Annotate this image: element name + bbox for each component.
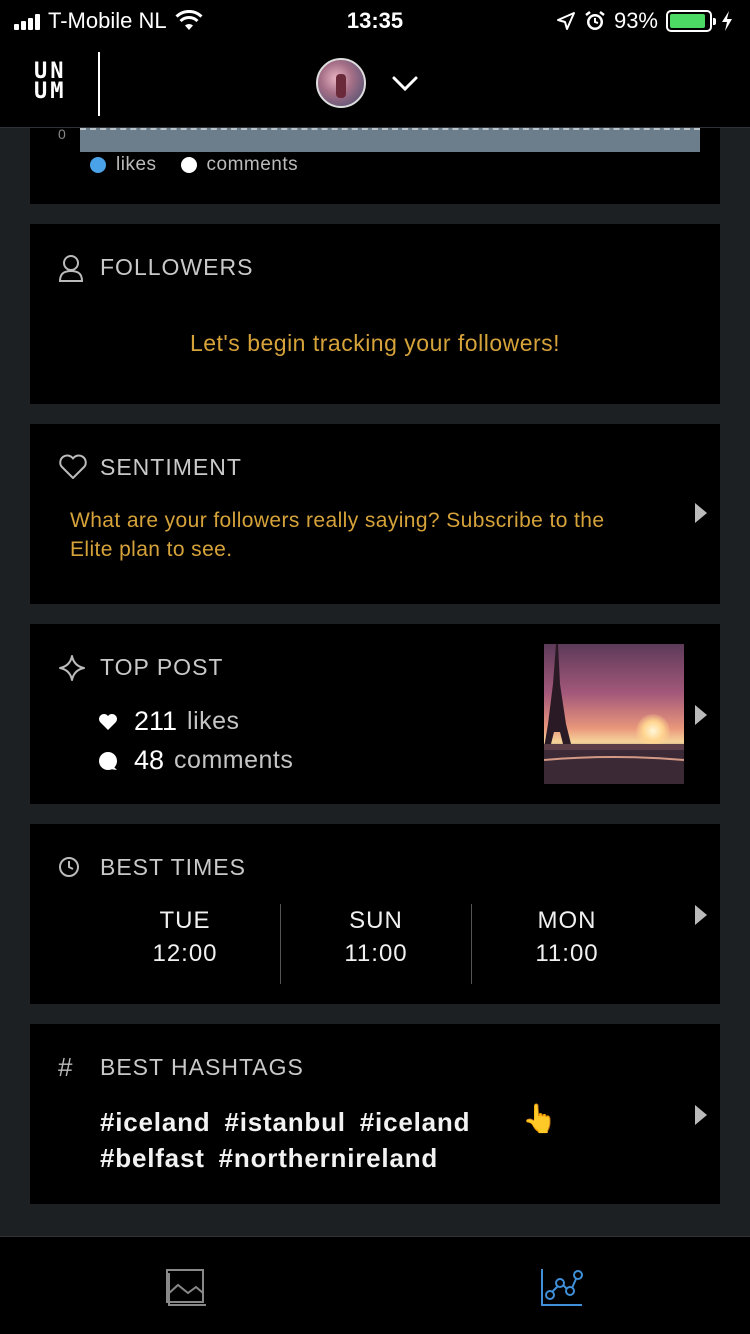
- followers-card[interactable]: FOLLOWERS Let's begin tracking your foll…: [30, 224, 720, 404]
- best-time-hour: 12:00: [152, 940, 218, 967]
- chevron-right-icon[interactable]: [694, 502, 708, 524]
- charging-bolt-icon: [722, 11, 732, 31]
- comments-count: 48: [134, 745, 165, 775]
- logo-divider: [98, 52, 100, 116]
- best-time-hour: 11:00: [344, 940, 408, 967]
- best-time-slot: TUE 12:00: [90, 904, 280, 984]
- profile-avatar[interactable]: [316, 58, 366, 108]
- best-time-day: SUN: [349, 907, 403, 934]
- best-time-day: MON: [537, 907, 597, 934]
- top-post-thumbnail[interactable]: [544, 644, 684, 784]
- followers-message: Let's begin tracking your followers!: [189, 330, 561, 356]
- best-times-row: TUE 12:00 SUN 11:00 MON 11:00: [90, 904, 662, 984]
- heart-outline-icon: [59, 454, 87, 479]
- logo-bottom: UM: [34, 79, 67, 104]
- sparkle-icon: [59, 655, 85, 681]
- hashtag-item[interactable]: #istanbul: [224, 1107, 345, 1137]
- chevron-right-icon[interactable]: [694, 1104, 708, 1126]
- hashtag-item[interactable]: #iceland: [360, 1107, 470, 1137]
- best-hashtags-title: BEST HASHTAGS: [100, 1054, 304, 1080]
- comment-bubble-icon: [99, 751, 117, 770]
- best-time-hour: 11:00: [535, 940, 599, 967]
- chart-baseline: [80, 128, 700, 130]
- chevron-down-icon[interactable]: [388, 68, 422, 98]
- sentiment-title: SENTIMENT: [100, 454, 242, 480]
- top-post-title: TOP POST: [100, 654, 224, 680]
- legend-dot-comments: [180, 157, 197, 173]
- best-time-slot: SUN 11:00: [281, 904, 471, 984]
- comments-label: comments: [174, 746, 294, 774]
- clock-icon: [59, 857, 79, 877]
- unum-logo[interactable]: UN UM: [34, 61, 78, 104]
- eiffel-tower-image: [544, 644, 684, 784]
- status-bar: T-Mobile NL 13:35 93%: [0, 0, 750, 40]
- heart-icon: [99, 713, 117, 730]
- legend-item-comments: comments: [180, 154, 299, 176]
- likes-count: 211: [134, 706, 178, 736]
- legend-label-likes: likes: [116, 154, 157, 175]
- battery-icon: [666, 10, 716, 32]
- tab-bar: [0, 1236, 750, 1334]
- top-post-card[interactable]: TOP POST 211 likes 48 comments: [30, 624, 720, 804]
- engagement-card: 0 likes comments: [30, 126, 720, 204]
- battery-percent: 93%: [613, 8, 658, 33]
- best-hashtags-card[interactable]: # BEST HASHTAGS #iceland #istanbul #icelan…: [30, 1024, 720, 1204]
- hashtag-item[interactable]: #belfast: [100, 1143, 205, 1173]
- location-arrow-icon: [556, 12, 575, 30]
- user-icon: [58, 255, 84, 282]
- battery-fill: [670, 14, 706, 28]
- pointing-finger-emoji: 👆: [522, 1103, 557, 1134]
- chart-area: [80, 128, 700, 152]
- chevron-right-icon[interactable]: [694, 704, 708, 726]
- hashtag-list: #iceland #istanbul #iceland #belfast #north…: [100, 1104, 660, 1176]
- analytics-icon[interactable]: [540, 1267, 584, 1307]
- legend-item-likes: likes: [90, 154, 157, 176]
- chart-axis-zero: 0: [58, 126, 66, 142]
- likes-row: 211 likes: [98, 706, 240, 737]
- hashtag-icon: #: [58, 1052, 73, 1082]
- sentiment-message: What are your followers really saying? S…: [70, 509, 605, 561]
- hashtag-item[interactable]: #northernireland: [219, 1143, 438, 1173]
- likes-label: likes: [187, 707, 240, 735]
- legend-label-comments: comments: [206, 154, 299, 175]
- hashtag-item[interactable]: #iceland: [100, 1107, 210, 1137]
- legend-dot-likes: [90, 157, 106, 173]
- comments-row: 48 comments: [98, 745, 293, 776]
- followers-title: FOLLOWERS: [100, 254, 254, 280]
- gallery-icon[interactable]: [164, 1267, 208, 1307]
- alarm-icon: [585, 11, 605, 30]
- status-right: 93%: [556, 8, 734, 34]
- best-times-card[interactable]: BEST TIMES TUE 12:00 SUN 11:00 MON 11:00: [30, 824, 720, 1004]
- best-time-slot: MON 11:00: [472, 904, 662, 984]
- sentiment-card[interactable]: SENTIMENT What are your followers really…: [30, 424, 720, 604]
- best-time-day: TUE: [159, 907, 211, 934]
- chart-legend: likes comments: [90, 154, 312, 176]
- nav-header: UN UM: [0, 40, 750, 128]
- chevron-right-icon[interactable]: [694, 904, 708, 926]
- best-times-title: BEST TIMES: [100, 854, 246, 880]
